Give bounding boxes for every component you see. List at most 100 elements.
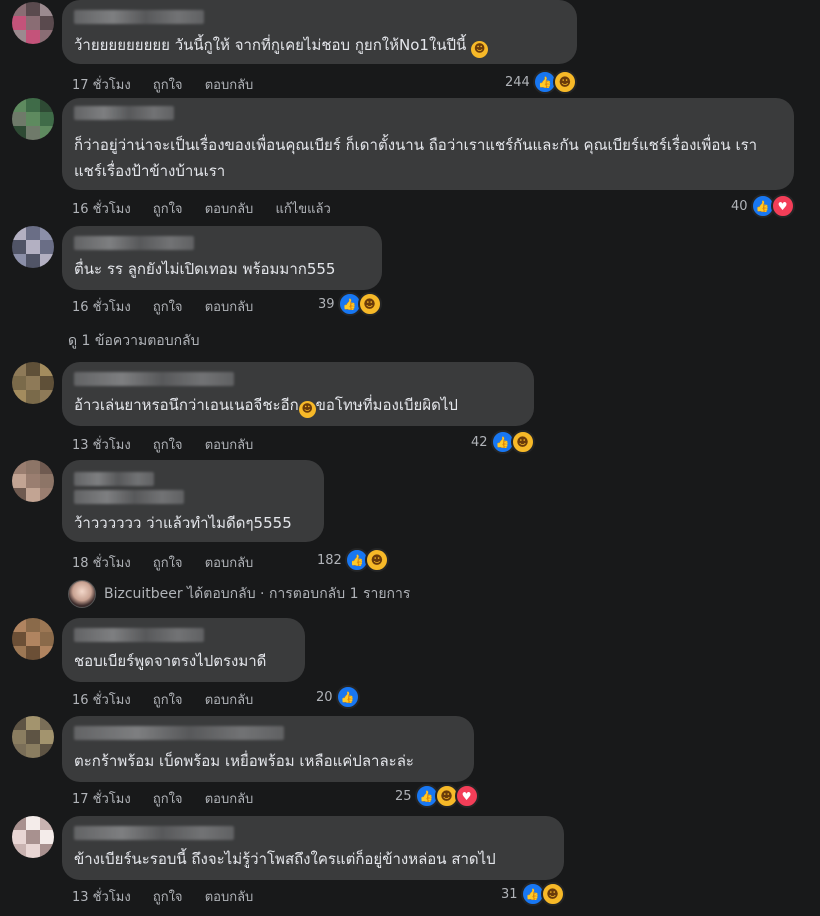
avatar-pixel [12, 474, 26, 488]
avatar-pixel [26, 390, 40, 404]
avatar-pixel [40, 716, 54, 730]
comment-actions: 13 ชั่วโมง ถูกใจ ตอบกลับ [72, 886, 271, 907]
timestamp[interactable]: 13 ชั่วโมง [72, 438, 131, 453]
avatar-pixel [40, 16, 54, 30]
like-link[interactable]: ถูกใจ [153, 202, 183, 217]
like-link[interactable]: ถูกใจ [153, 300, 183, 315]
haha-emoji-icon: ☻ [471, 40, 489, 58]
like-link[interactable]: ถูกใจ [153, 792, 183, 807]
avatar[interactable] [12, 618, 54, 660]
avatar-pixel [26, 16, 40, 30]
reaction-summary[interactable]: 31 👍 ☻ [501, 882, 565, 906]
avatar[interactable] [12, 2, 54, 44]
blurred-author-name[interactable] [74, 826, 234, 840]
like-link[interactable]: ถูกใจ [153, 438, 183, 453]
comment-bubble: ว้าวววววว ว่าแล้วทำไมดีดๆ5555 [62, 460, 324, 542]
like-link[interactable]: ถูกใจ [153, 556, 183, 571]
avatar-pixel [40, 126, 54, 140]
avatar-pixel [40, 226, 54, 240]
avatar-pixel [26, 226, 40, 240]
timestamp[interactable]: 16 ชั่วโมง [72, 693, 131, 708]
blurred-author-name[interactable] [74, 236, 194, 250]
avatar-pixel [12, 112, 26, 126]
blurred-author-name[interactable] [74, 372, 234, 386]
edited-label[interactable]: แก้ไขแล้ว [275, 202, 330, 217]
avatar-pixel [26, 30, 40, 44]
avatar-pixel [26, 376, 40, 390]
reply-link[interactable]: ตอบกลับ [205, 693, 254, 708]
comment-bubble: ชอบเบียร์พูดจาตรงไปตรงมาดี [62, 618, 305, 682]
avatar-pixel [40, 460, 54, 474]
timestamp[interactable]: 17 ชั่วโมง [72, 792, 131, 807]
timestamp[interactable]: 18 ชั่วโมง [72, 556, 131, 571]
like-link[interactable]: ถูกใจ [153, 890, 183, 905]
timestamp[interactable]: 16 ชั่วโมง [72, 300, 131, 315]
avatar-pixel [26, 816, 40, 830]
reaction-summary[interactable]: 182 👍 ☻ [317, 548, 389, 572]
avatar-pixel [12, 98, 26, 112]
heart-icon: ♥ [454, 784, 479, 808]
avatar-pixel [26, 474, 40, 488]
blurred-author-name[interactable] [74, 628, 204, 642]
reaction-count: 39 [318, 296, 335, 312]
avatar-pixel [26, 744, 40, 758]
reply-link[interactable]: ตอบกลับ [205, 890, 254, 905]
timestamp[interactable]: 13 ชั่วโมง [72, 890, 131, 905]
comment-bubble: ว้ายยยยยยยยย วันนี้กูให้ จากที่กูเคยไม่ช… [62, 0, 577, 64]
laughing-face-icon: ☻ [357, 292, 382, 316]
timestamp[interactable]: 16 ชั่วโมง [72, 202, 131, 217]
avatar[interactable] [12, 460, 54, 502]
avatar-pixel [26, 98, 40, 112]
avatar-pixel [40, 744, 54, 758]
comment-text: ว้าวววววว ว่าแล้วทำไมดีดๆ5555 [74, 514, 292, 532]
reaction-count: 31 [501, 886, 518, 902]
avatar-pixel [12, 30, 26, 44]
reaction-summary[interactable]: 40 👍 ♥ [731, 194, 795, 218]
comment-text: ข้างเบียร์นะรอบนี้ ถึงจะไม่รู้ว่าโพสถึงใ… [74, 850, 496, 868]
reaction-summary[interactable]: 25 👍 ☻ ♥ [395, 784, 479, 808]
author-replied-line[interactable]: Bizcuitbeer ได้ตอบกลับ · การตอบกลับ 1 รา… [68, 580, 410, 608]
reply-link[interactable]: ตอบกลับ [205, 438, 254, 453]
author-name: Bizcuitbeer [104, 586, 183, 602]
reply-link[interactable]: ตอบกลับ [205, 556, 254, 571]
blurred-author-name[interactable] [74, 106, 174, 120]
avatar-pixel [12, 632, 26, 646]
avatar-pixel [40, 254, 54, 268]
comment-text: อ้าวเล่นยาหรอนึกว่าเอนเนอจีชะอีก ☻ ขอโทษที… [74, 392, 458, 418]
reaction-count: 20 [316, 689, 333, 705]
avatar-pixel [12, 16, 26, 30]
reply-link[interactable]: ตอบกลับ [205, 792, 254, 807]
avatar[interactable] [12, 226, 54, 268]
comment-text: ชอบเบียร์พูดจาตรงไปตรงมาดี [74, 652, 267, 670]
reaction-summary[interactable]: 42 👍 ☻ [471, 430, 535, 454]
reply-link[interactable]: ตอบกลับ [205, 202, 254, 217]
laughing-face-icon: ☻ [364, 548, 389, 572]
reaction-summary[interactable]: 39 👍 ☻ [318, 292, 382, 316]
avatar-pixel [12, 618, 26, 632]
avatar-pixel [12, 126, 26, 140]
reaction-summary[interactable]: 20 👍 [316, 685, 360, 709]
blurred-author-name[interactable] [74, 726, 284, 740]
see-replies-link[interactable]: ดู 1 ข้อความตอบกลับ [68, 330, 200, 352]
haha-emoji-icon: ☻ [298, 400, 316, 418]
avatar-pixel [12, 390, 26, 404]
avatar[interactable] [12, 98, 54, 140]
avatar-pixel [12, 488, 26, 502]
avatar[interactable] [12, 816, 54, 858]
avatar-pixel [40, 730, 54, 744]
avatar[interactable] [12, 716, 54, 758]
avatar-pixel [26, 488, 40, 502]
avatar-pixel [12, 830, 26, 844]
like-link[interactable]: ถูกใจ [153, 78, 183, 93]
timestamp[interactable]: 17 ชั่วโมง [72, 78, 131, 93]
avatar-pixel [12, 716, 26, 730]
reaction-summary[interactable]: 244 👍 ☻ [505, 70, 577, 94]
reply-link[interactable]: ตอบกลับ [205, 78, 254, 93]
reply-link[interactable]: ตอบกลับ [205, 300, 254, 315]
like-link[interactable]: ถูกใจ [153, 693, 183, 708]
separator: · [260, 586, 265, 602]
blurred-author-name[interactable] [74, 10, 204, 24]
blurred-author-name[interactable] [74, 472, 154, 486]
avatar-pixel [26, 618, 40, 632]
avatar[interactable] [12, 362, 54, 404]
